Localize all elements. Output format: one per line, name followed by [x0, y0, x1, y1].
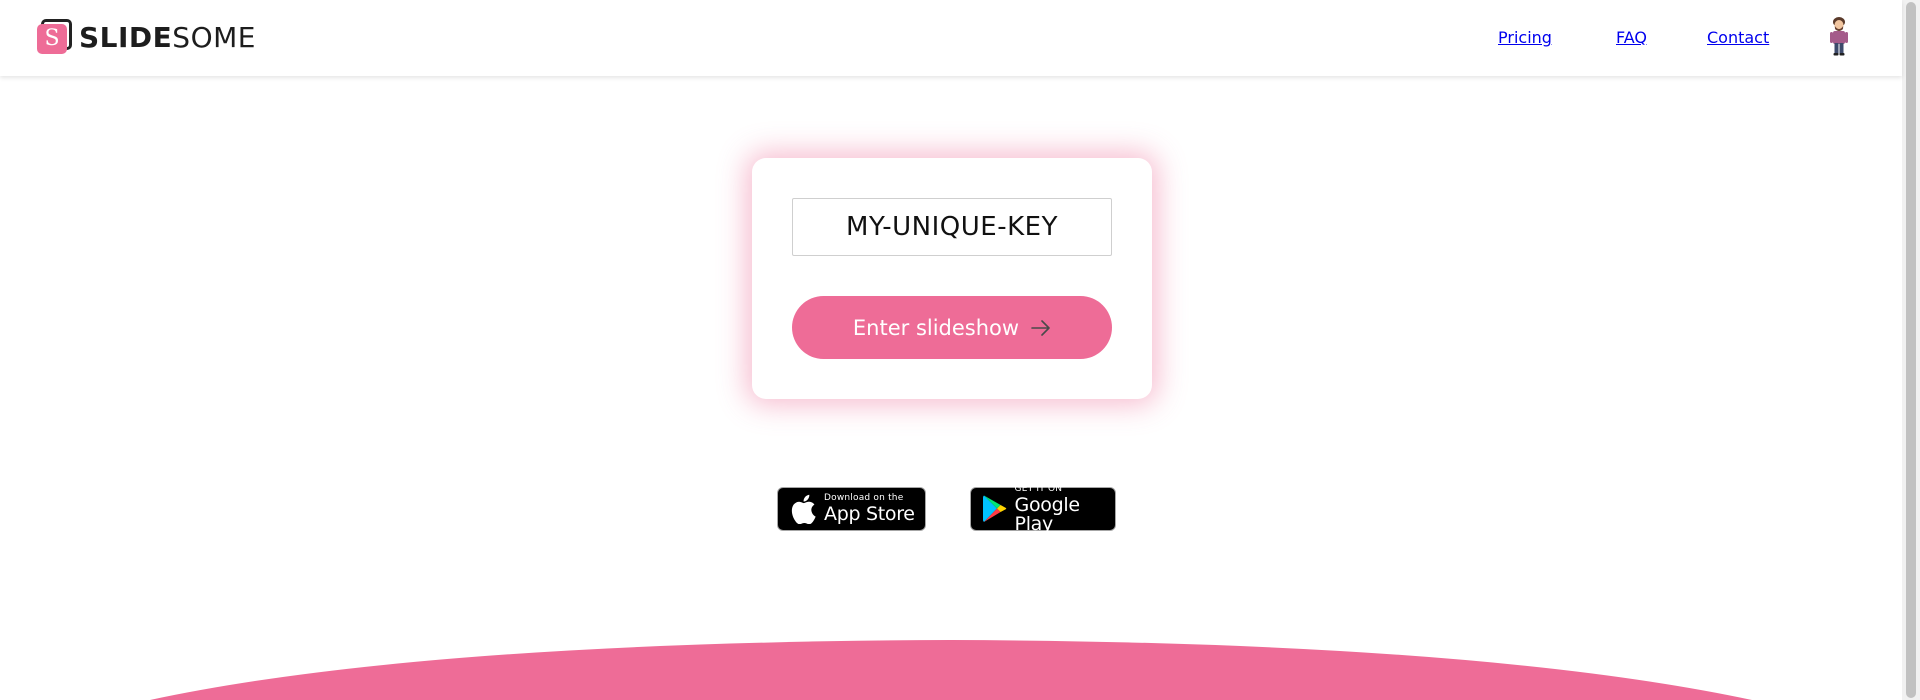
nav-link-contact[interactable]: Contact: [1707, 28, 1769, 47]
top-header: S SLIDESOME Pricing FAQ Contact: [0, 0, 1902, 76]
logo-text-bold: SLIDE: [79, 20, 173, 54]
app-store-small-text: Download on the: [824, 493, 904, 503]
logo-text-light: SOME: [172, 20, 256, 54]
logo-mark-icon: S: [37, 18, 75, 56]
key-entry-card: Enter slideshow: [752, 158, 1152, 399]
slideshow-key-input[interactable]: [792, 198, 1112, 256]
nav-link-faq[interactable]: FAQ: [1616, 28, 1647, 47]
scrollbar-thumb[interactable]: [1906, 2, 1916, 698]
nav-link-pricing[interactable]: Pricing: [1498, 28, 1552, 47]
app-store-big-text: App Store: [824, 503, 915, 525]
google-play-big-text: Google Play: [1014, 493, 1081, 535]
logo-letter: S: [37, 24, 67, 54]
enter-slideshow-label: Enter slideshow: [852, 315, 1020, 340]
decorative-pink-arc: [150, 640, 1752, 700]
google-play-small-text: GET IT ON: [1014, 483, 1063, 494]
arrow-right-icon: [1031, 319, 1051, 336]
google-play-badge[interactable]: GET IT ON Google Play: [970, 483, 1116, 535]
google-play-icon: [981, 494, 1009, 524]
user-avatar-icon[interactable]: [1826, 16, 1852, 56]
logo-wordmark: SLIDESOME: [79, 21, 256, 54]
page-scrollbar[interactable]: [1902, 0, 1920, 700]
enter-slideshow-button[interactable]: Enter slideshow: [792, 296, 1112, 359]
apple-icon: [788, 494, 818, 524]
app-store-badge[interactable]: Download on the App Store: [777, 487, 926, 531]
slidesome-logo[interactable]: S SLIDESOME: [37, 18, 256, 56]
